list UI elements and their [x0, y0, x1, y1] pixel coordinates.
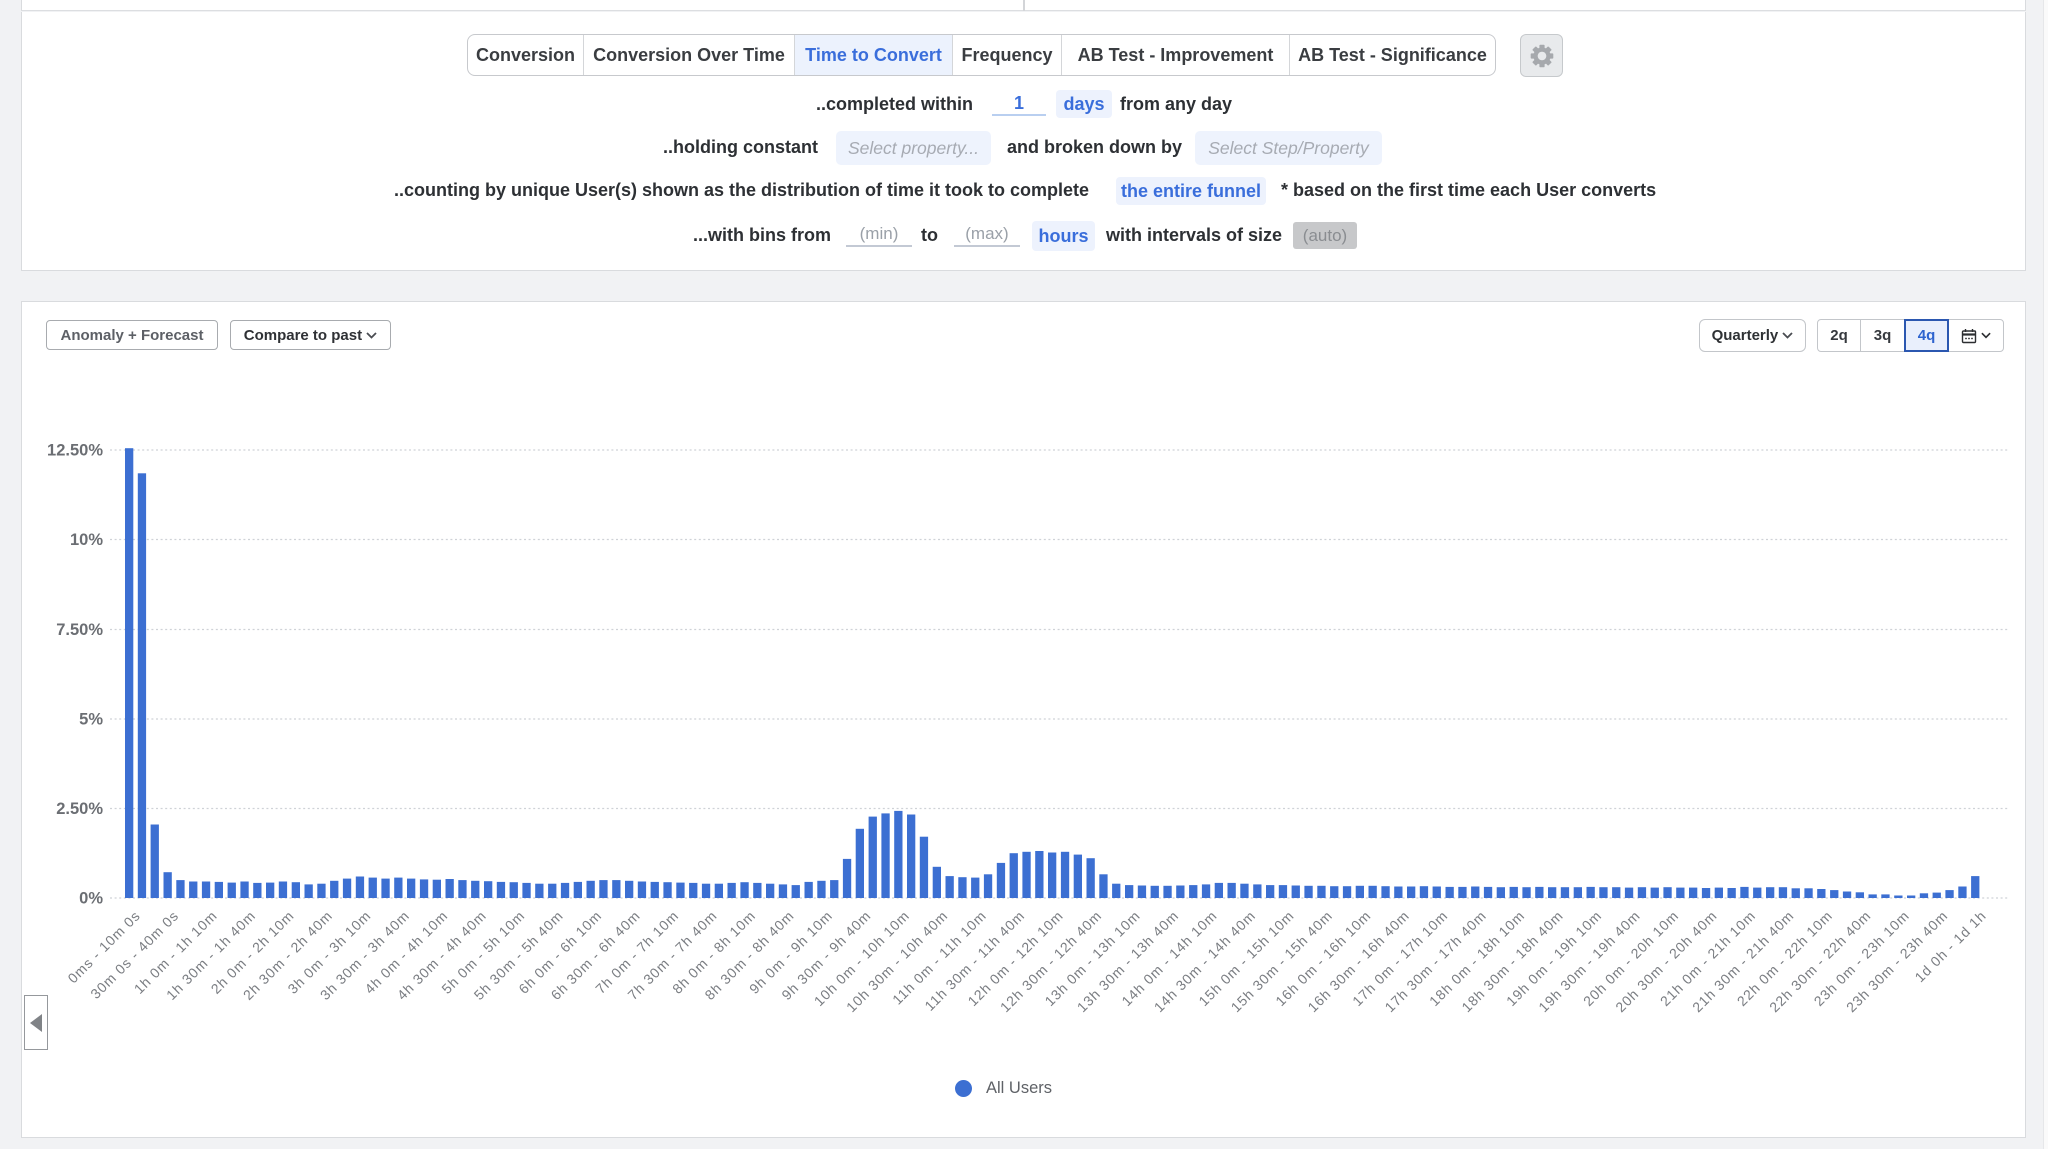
svg-text:7.50%: 7.50% [56, 621, 103, 639]
svg-text:5%: 5% [79, 711, 103, 729]
svg-text:0%: 0% [79, 890, 103, 908]
svg-text:2.50%: 2.50% [56, 800, 103, 818]
svg-text:12.50%: 12.50% [47, 442, 103, 460]
svg-text:10%: 10% [70, 531, 103, 549]
